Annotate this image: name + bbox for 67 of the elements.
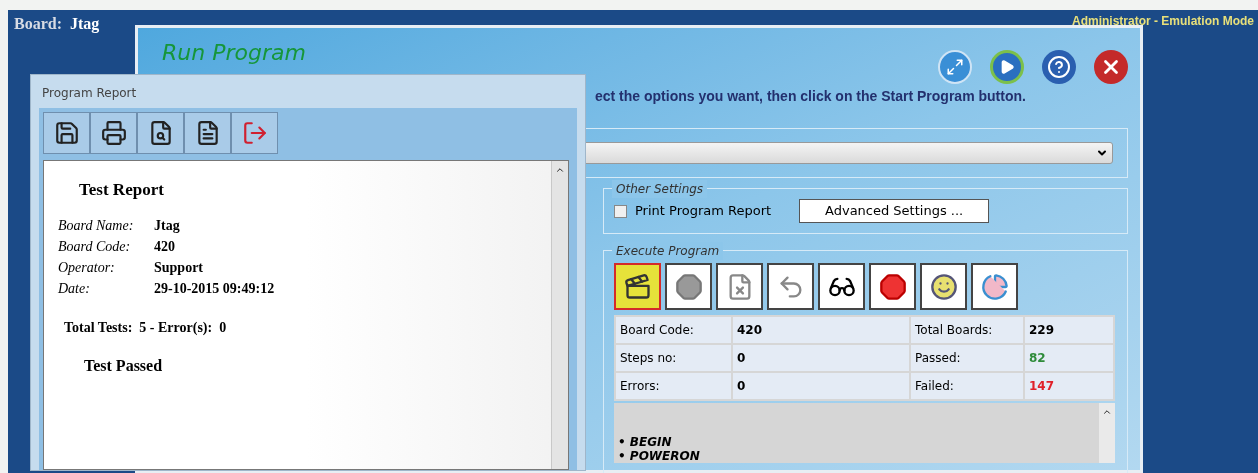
help-button[interactable] xyxy=(1042,50,1076,84)
print-report-label: Print Program Report xyxy=(635,202,772,221)
report-field-label: Board Name: xyxy=(58,216,135,235)
pie-chart-icon xyxy=(980,272,1009,301)
play-button[interactable] xyxy=(990,50,1024,84)
play-icon xyxy=(999,59,1015,75)
toolbar-button[interactable] xyxy=(614,263,661,310)
scroll-up-icon xyxy=(1102,407,1112,417)
save-icon xyxy=(53,120,80,146)
toolbar-button[interactable] xyxy=(818,263,865,310)
expand-arrows-icon xyxy=(946,58,964,76)
toolbar-button[interactable] xyxy=(920,263,967,310)
stat-value: 420 xyxy=(733,317,909,343)
stop-sign-icon xyxy=(674,272,703,301)
toolbar-button[interactable] xyxy=(971,263,1018,310)
toolbar-button[interactable] xyxy=(869,263,916,310)
stat-label: Steps no: xyxy=(616,345,731,371)
printer-icon xyxy=(100,120,127,146)
clapperboard-icon xyxy=(623,272,652,301)
report-toolbar-button[interactable] xyxy=(90,112,137,154)
report-field-label: Board Code: xyxy=(58,237,132,256)
stat-label: Failed: xyxy=(911,373,1023,399)
report-summary: Total Tests: 5 - Error(s): 0 xyxy=(64,318,228,337)
advanced-settings-button[interactable]: Advanced Settings ... xyxy=(799,199,990,223)
close-button[interactable] xyxy=(1094,50,1128,84)
stat-value: 147 xyxy=(1025,373,1113,399)
board-label: Board: xyxy=(14,14,62,34)
toolbar-button[interactable] xyxy=(665,263,712,310)
instruction-text: ect the options you want, then click on the Start Program button. xyxy=(595,88,1026,104)
help-icon xyxy=(1047,55,1071,79)
board-name: Jtag xyxy=(70,14,100,35)
toolbar-button[interactable] xyxy=(767,263,814,310)
stat-value: 0 xyxy=(733,373,909,399)
scrollbar[interactable] xyxy=(1099,403,1115,463)
program-dropdown[interactable] xyxy=(584,142,1113,164)
stat-value: 0 xyxy=(733,345,909,371)
stat-label: Errors: xyxy=(616,373,731,399)
report-result: Test Passed xyxy=(84,355,164,376)
toolbar-button[interactable] xyxy=(716,263,763,310)
stat-value: 229 xyxy=(1025,317,1113,343)
report-heading: Test Report xyxy=(79,179,165,201)
log-line: • POWERON xyxy=(618,449,701,463)
user-mode-label: Administrator - Emulation Mode xyxy=(1072,13,1254,30)
stat-label: Total Boards: xyxy=(911,317,1023,343)
window-title: Run Program xyxy=(162,39,306,67)
stat-label: Board Code: xyxy=(616,317,731,343)
report-field-value: Jtag xyxy=(154,216,181,235)
log-line: • BEGIN xyxy=(618,435,673,449)
report-field-value: 29-10-2015 09:49:12 xyxy=(154,279,276,298)
report-field-label: Operator: xyxy=(58,258,116,277)
stat-value: 82 xyxy=(1025,345,1113,371)
fullscreen-button[interactable] xyxy=(938,50,972,84)
report-scrollbar[interactable] xyxy=(551,161,568,469)
cartoon-face-icon xyxy=(929,272,958,301)
stop-on-error-icon xyxy=(878,272,907,301)
report-toolbar-button[interactable] xyxy=(184,112,231,154)
report-toolbar-button[interactable] xyxy=(137,112,184,154)
report-field-label: Date: xyxy=(58,279,91,298)
scroll-up-icon xyxy=(555,165,565,175)
print-report-checkbox[interactable] xyxy=(614,204,627,218)
report-window-title: Program Report xyxy=(41,85,138,102)
report-toolbar-button[interactable] xyxy=(43,112,90,154)
stat-label: Passed: xyxy=(911,345,1023,371)
group-legend: Other Settings xyxy=(612,180,708,198)
report-field-value: 420 xyxy=(154,237,176,256)
exit-door-icon xyxy=(241,120,268,146)
report-field-value: Support xyxy=(154,258,205,277)
